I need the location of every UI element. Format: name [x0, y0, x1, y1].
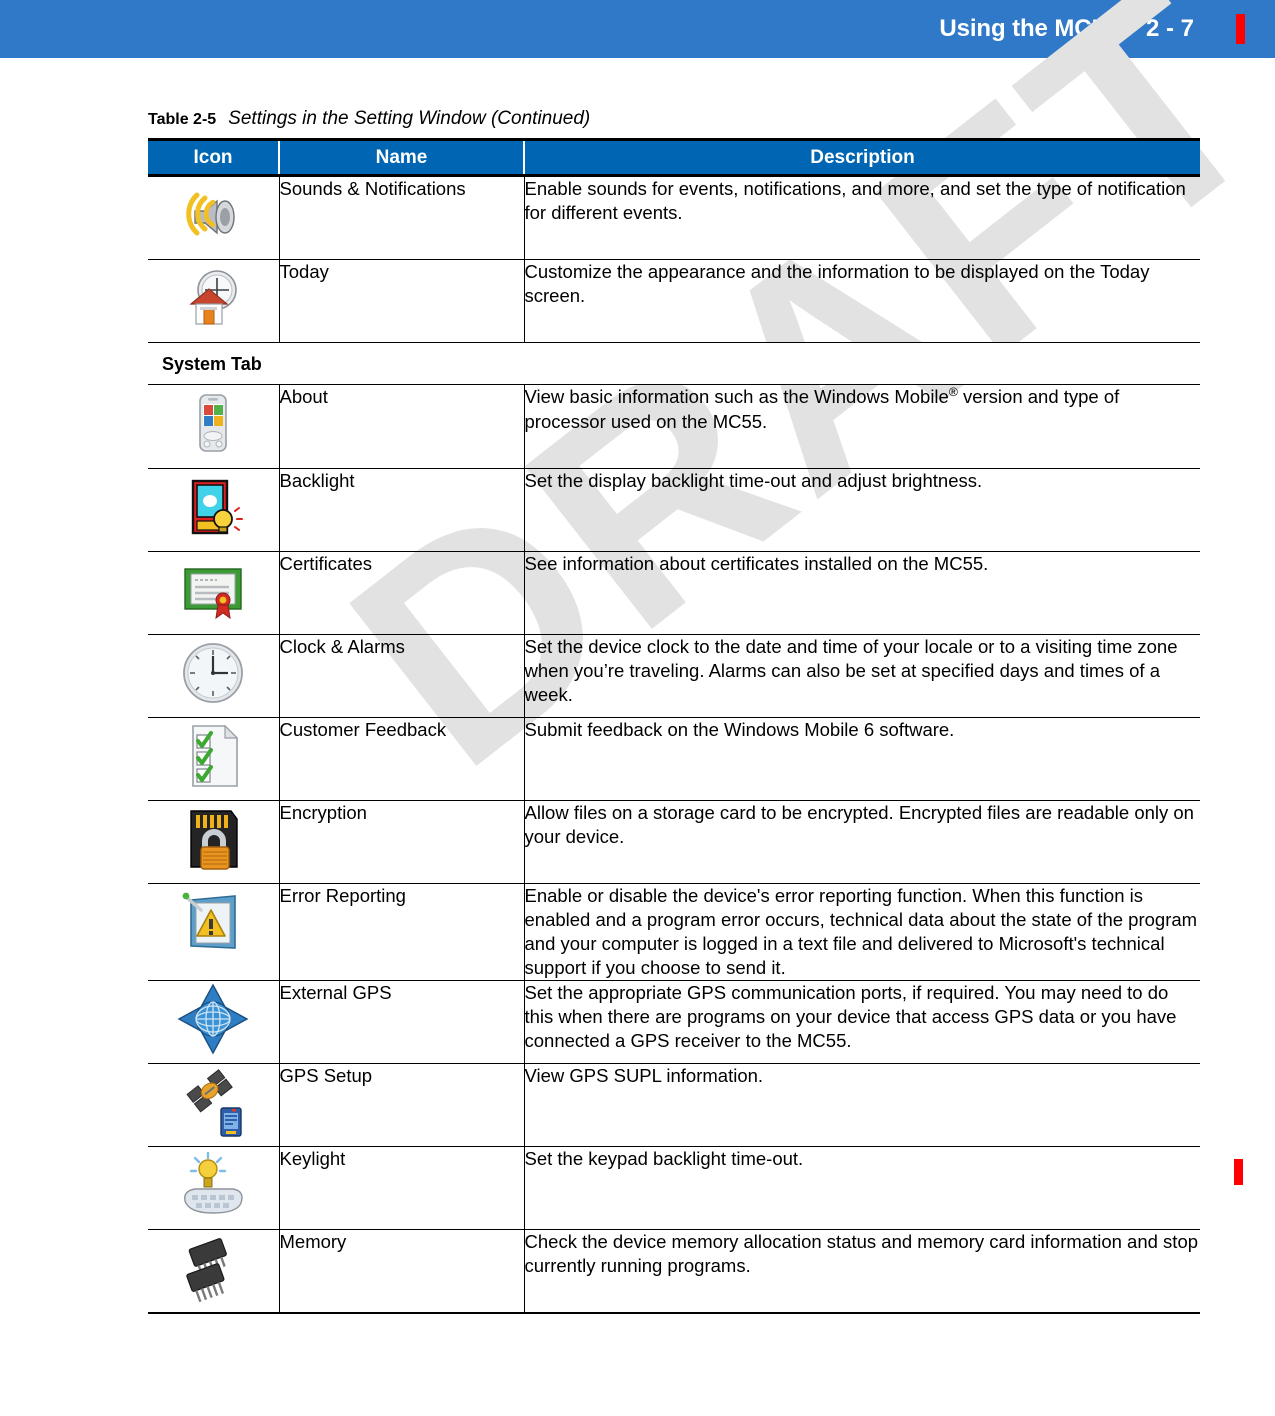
table-row: Certificates See information about certi… — [148, 551, 1200, 635]
table-row: About View basic information such as the… — [148, 384, 1200, 469]
setting-name: External GPS — [279, 980, 525, 1065]
icon-cell — [148, 551, 280, 635]
setting-description: Allow files on a storage card to be encr… — [524, 800, 1200, 884]
icon-cell — [148, 468, 280, 552]
customer-feedback-icon — [175, 718, 251, 794]
clock-alarms-icon — [175, 635, 251, 711]
description-part-1: View basic information such as the Windo… — [524, 386, 949, 408]
setting-description: Check the device memory allocation statu… — [524, 1229, 1200, 1315]
setting-name: Keylight — [279, 1146, 525, 1231]
table-row: Encryption Allow files on a storage card… — [148, 800, 1200, 884]
setting-name: Certificates — [279, 551, 525, 635]
setting-description: Set the keypad backlight time-out. — [524, 1146, 1200, 1231]
external-gps-icon — [175, 981, 251, 1057]
setting-description: Set the appropriate GPS communication po… — [524, 980, 1200, 1065]
encryption-icon — [175, 801, 251, 877]
setting-name: Sounds & Notifications — [279, 175, 525, 261]
setting-description: Enable sounds for events, notifications,… — [524, 175, 1200, 261]
table-caption-title: Settings in the Setting Window (Continue… — [228, 108, 591, 129]
keylight-icon — [175, 1147, 251, 1223]
icon-cell — [148, 175, 280, 261]
column-header-description: Description — [523, 138, 1200, 177]
section-heading-row: System Tab — [148, 342, 1200, 385]
icon-cell — [148, 384, 280, 469]
setting-description: Customize the appearance and the informa… — [524, 259, 1200, 344]
table-row: External GPS Set the appropriate GPS com… — [148, 980, 1200, 1065]
table-caption-label: Table 2-5 — [148, 111, 217, 128]
setting-description: View basic information such as the Windo… — [524, 384, 1200, 469]
table-row: Today Customize the appearance and the i… — [148, 259, 1200, 344]
icon-cell — [148, 1063, 280, 1148]
icon-cell — [148, 1229, 280, 1315]
table-caption: Table 2-5 Settings in the Setting Window … — [148, 108, 1200, 130]
margin-change-bar — [1234, 1159, 1243, 1185]
icon-cell — [148, 717, 280, 801]
error-reporting-icon — [175, 884, 251, 960]
setting-name: Today — [279, 259, 525, 344]
table-row: Keylight Set the keypad backlight time-o… — [148, 1146, 1200, 1231]
setting-name: Memory — [279, 1229, 525, 1315]
icon-cell — [148, 980, 280, 1065]
page-header: Using the MC55 2 - 7 — [0, 0, 1275, 58]
certificates-icon — [175, 552, 251, 628]
sounds-notifications-icon — [175, 177, 251, 253]
today-icon — [175, 260, 251, 336]
backlight-icon — [175, 469, 251, 545]
setting-description: Set the display backlight time-out and a… — [524, 468, 1200, 552]
setting-name: Error Reporting — [279, 883, 525, 981]
page-number: 2 - 7 — [1145, 15, 1194, 42]
setting-description: See information about certificates insta… — [524, 551, 1200, 635]
setting-name: Backlight — [279, 468, 525, 552]
table-row: Backlight Set the display backlight time… — [148, 468, 1200, 552]
setting-name: About — [279, 384, 525, 469]
setting-name: Clock & Alarms — [279, 634, 525, 718]
table-row: GPS Setup View GPS SUPL information. — [148, 1063, 1200, 1148]
setting-name: Customer Feedback — [279, 717, 525, 801]
registered-mark: ® — [948, 385, 958, 400]
icon-cell — [148, 1146, 280, 1231]
table-row: Clock & Alarms Set the device clock to t… — [148, 634, 1200, 718]
table-row: Error Reporting Enable or disable the de… — [148, 883, 1200, 981]
setting-description: Submit feedback on the Windows Mobile 6 … — [524, 717, 1200, 801]
settings-table-block: Table 2-5 Settings in the Setting Window … — [148, 108, 1200, 1315]
page-title: Using the MC55 — [939, 15, 1118, 42]
column-header-icon: Icon — [148, 138, 280, 177]
icon-cell — [148, 800, 280, 884]
setting-description: Set the device clock to the date and tim… — [524, 634, 1200, 718]
about-device-icon — [175, 385, 251, 461]
settings-table: Icon Name Description Sounds & Notificat… — [148, 138, 1200, 1315]
table-header-row: Icon Name Description — [148, 138, 1200, 177]
column-header-name: Name — [278, 138, 525, 177]
table-row: Customer Feedback Submit feedback on the… — [148, 717, 1200, 801]
icon-cell — [148, 883, 280, 981]
icon-cell — [148, 634, 280, 718]
table-row: Memory Check the device memory allocatio… — [148, 1229, 1200, 1315]
table-row: Sounds & Notifications Enable sounds for… — [148, 175, 1200, 261]
setting-name: GPS Setup — [279, 1063, 525, 1148]
setting-name: Encryption — [279, 800, 525, 884]
setting-description: View GPS SUPL information. — [524, 1063, 1200, 1148]
icon-cell — [148, 259, 280, 344]
section-heading: System Tab — [148, 342, 1200, 385]
gps-setup-icon — [175, 1064, 251, 1140]
memory-icon — [175, 1230, 251, 1306]
header-change-bar — [1236, 14, 1245, 44]
setting-description: Enable or disable the device's error rep… — [524, 883, 1200, 981]
